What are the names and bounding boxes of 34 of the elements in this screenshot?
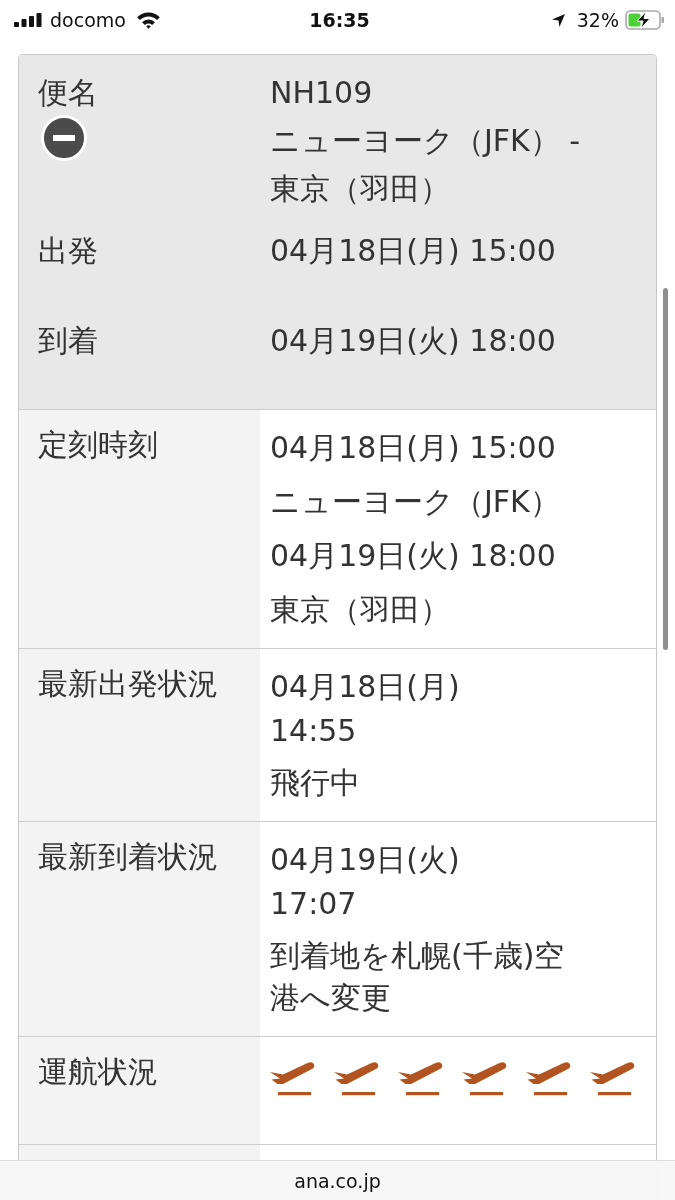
- status-note: 到着地を札幌(千歳)空港へ変更: [270, 937, 566, 1017]
- row-value: ニューヨーク（JFK）: [270, 483, 561, 521]
- row-value: 04月19日(火) 18:00: [270, 537, 557, 575]
- status-note: 飛行中: [270, 764, 361, 802]
- address-bar[interactable]: ana.co.jp: [0, 1160, 675, 1200]
- carrier-name: docomo: [50, 9, 126, 31]
- row-header-cell: 最新出発状況: [19, 649, 260, 821]
- row-value: ニューヨーク（JFK） - 東京（羽田）: [270, 122, 582, 208]
- row-label: 便名: [38, 74, 98, 112]
- plane-takeoff-icon: [398, 1059, 444, 1097]
- row-header-cell: 定刻時刻: [19, 410, 260, 648]
- row-value: 東京（羽田）: [270, 591, 451, 629]
- row-header-cell: 運航状況: [19, 1037, 260, 1144]
- plane-takeoff-icon: [462, 1059, 508, 1097]
- row-value: 14:55: [270, 712, 358, 750]
- plane-takeoff-icon: [270, 1059, 316, 1097]
- status-time: 16:35: [309, 9, 370, 31]
- row-value: 04月19日(火) 18:00: [270, 322, 557, 360]
- row-value: NH109: [270, 74, 374, 112]
- minus-circle-icon[interactable]: [40, 114, 88, 162]
- row-value: 04月19日(火): [270, 841, 461, 879]
- row-label: 出発: [38, 232, 98, 270]
- plane-takeoff-icon: [334, 1059, 380, 1097]
- row-value: 04月18日(月) 15:00: [270, 429, 557, 467]
- row-value: 17:07: [270, 885, 358, 923]
- signal-icon: [14, 13, 42, 27]
- row-label: 到着: [38, 322, 98, 360]
- wifi-icon: [135, 11, 161, 29]
- battery-percentage: 32%: [576, 9, 619, 31]
- plane-takeoff-icon: [526, 1059, 572, 1097]
- row-header-cell: 最新到着状況: [19, 822, 260, 1036]
- row-value: 04月18日(月): [270, 668, 461, 706]
- row-value: 04月18日(月) 15:00: [270, 232, 557, 270]
- plane-takeoff-icon: [590, 1059, 636, 1097]
